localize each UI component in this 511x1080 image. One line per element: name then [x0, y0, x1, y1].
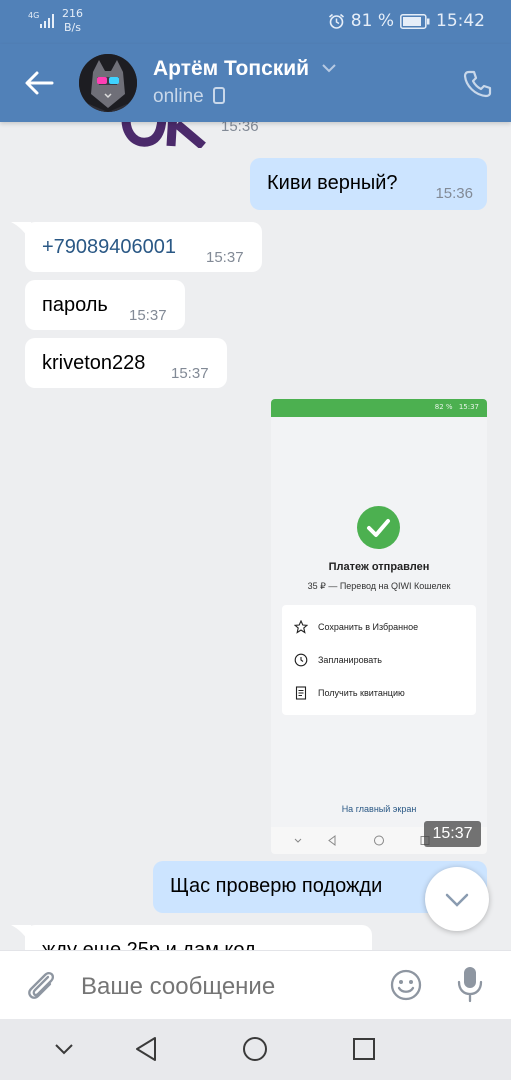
message-composer: [0, 950, 511, 1021]
recents-square-icon[interactable]: [352, 1037, 376, 1061]
microphone-icon[interactable]: [455, 965, 485, 1003]
image-battery: 82 %: [434, 403, 453, 411]
message-text: kriveton228: [42, 352, 146, 374]
action-label: Запланировать: [318, 655, 382, 665]
message-bubble-incoming[interactable]: +79089406001 15:37: [11, 222, 262, 272]
message-bubble-incoming[interactable]: kriveton228 15:37: [25, 338, 227, 388]
star-icon: [294, 620, 308, 634]
battery-percent: 81 %: [350, 11, 394, 31]
alarm-icon: [328, 13, 344, 29]
network-speed: 216 B/s: [62, 7, 83, 35]
clock: 15:42: [436, 11, 485, 31]
message-bubble-incoming[interactable]: жду еще 25р и дам код: [11, 925, 372, 950]
success-check-icon: [357, 506, 400, 549]
payment-actions-card: Сохранить в Избранное Запланировать Полу…: [282, 605, 476, 715]
image-attachment[interactable]: 82 % 15:37 Платеж отправлен 35 ₽ — Перев…: [271, 399, 487, 854]
message-bubble-incoming[interactable]: пароль 15:37: [25, 280, 185, 330]
phone-icon[interactable]: [461, 68, 493, 100]
message-time: 15:37: [129, 307, 167, 324]
payment-title: Платеж отправлен: [328, 561, 430, 573]
message-time: 15:36: [435, 185, 473, 202]
chevron-down-icon[interactable]: [320, 62, 338, 74]
home-screen-link: На главный экран: [341, 804, 417, 814]
image-clock: 15:37: [458, 403, 479, 411]
chevron-down-icon[interactable]: [52, 1039, 76, 1059]
message-time: 15:37: [206, 249, 244, 266]
chevron-down-icon: [445, 893, 469, 907]
receipt-icon: [295, 686, 307, 700]
bubble-tail: [11, 925, 31, 945]
payment-subtitle: 35 ₽ — Перевод на QIWI Кошелек: [307, 581, 451, 591]
message-text: жду еще 25р и дам код: [42, 939, 256, 950]
cat-avatar-icon: [79, 54, 137, 112]
image-status-bar: 82 % 15:37: [271, 399, 487, 417]
message-text: Щас проверю подожди: [170, 875, 383, 897]
contact-status: online: [153, 86, 225, 108]
network-type: 4G: [28, 11, 40, 20]
home-circle-icon[interactable]: [242, 1036, 268, 1062]
smile-icon[interactable]: [389, 968, 423, 1002]
image-timestamp: 15:37: [424, 821, 481, 847]
mobile-icon: [213, 87, 225, 104]
status-right: 81 % 15:42: [328, 11, 485, 31]
scroll-down-button[interactable]: [425, 867, 489, 931]
contact-name[interactable]: Артём Топский: [153, 57, 309, 81]
message-text: пароль: [42, 294, 108, 316]
status-bar: 4G 216 B/s 81 % 15:42: [0, 0, 511, 44]
system-nav-bar: [0, 1019, 511, 1080]
message-bubble-outgoing[interactable]: Киви верный? 15:36: [250, 158, 487, 210]
signal-icon: [40, 14, 54, 28]
message-text: Киви верный?: [267, 172, 398, 194]
back-arrow-icon[interactable]: [22, 68, 56, 98]
action-save-favorite: Сохранить в Избранное: [294, 616, 418, 638]
chat-header: Артём Топский online: [0, 44, 511, 122]
image-status-right: 82 % 15:37: [435, 403, 479, 411]
phone-link[interactable]: +79089406001: [42, 236, 176, 259]
paperclip-icon[interactable]: [24, 968, 58, 1004]
message-time: 15:37: [171, 365, 209, 382]
battery-icon: [400, 13, 430, 29]
action-label: Получить квитанцию: [318, 688, 405, 698]
action-receipt: Получить квитанцию: [294, 682, 405, 704]
action-schedule: Запланировать: [294, 649, 382, 671]
message-input[interactable]: [81, 973, 371, 1001]
avatar[interactable]: [79, 54, 137, 112]
back-triangle-icon[interactable]: [133, 1035, 159, 1063]
online-status: online: [153, 86, 204, 107]
clock-icon: [294, 653, 308, 667]
speed-value: 216: [62, 7, 83, 20]
action-label: Сохранить в Избранное: [318, 622, 419, 632]
bubble-tail: [11, 222, 31, 242]
speed-unit: B/s: [64, 21, 81, 34]
